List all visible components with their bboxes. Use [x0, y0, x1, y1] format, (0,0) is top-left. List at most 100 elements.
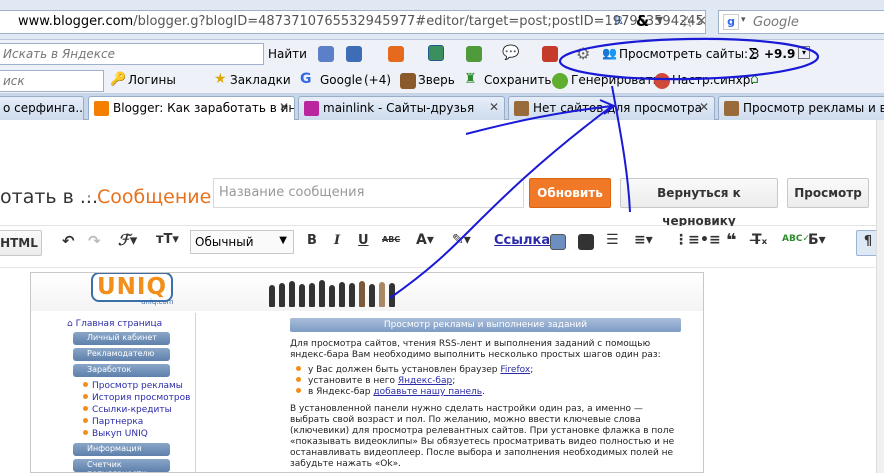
sync-settings-button[interactable]: Настр.синхр.: [672, 73, 754, 87]
bookmarks-menu[interactable]: Закладки: [230, 73, 291, 87]
image-icon[interactable]: [550, 234, 566, 250]
search-input[interactable]: иск: [0, 70, 104, 92]
menu-earn[interactable]: Заработок: [73, 364, 170, 377]
font-size-icon[interactable]: тT▾: [156, 232, 179, 247]
publish-button[interactable]: Обновить: [529, 178, 611, 208]
underline-button[interactable]: U: [358, 233, 369, 248]
text-color-icon[interactable]: A▾: [416, 232, 434, 248]
home-link[interactable]: ⌂ Главная страница: [67, 319, 195, 329]
firefox-link[interactable]: Firefox: [500, 365, 530, 375]
people-icon: 👥: [602, 46, 617, 60]
sync-icon: [654, 73, 670, 89]
beast-icon: [400, 73, 416, 89]
google-button[interactable]: Google: [320, 73, 362, 87]
generate-button[interactable]: Генерировать: [571, 73, 660, 87]
title-separator: ·: [86, 186, 93, 208]
generate-icon: [552, 73, 568, 89]
google-search-placeholder: Google: [753, 15, 799, 30]
beast-button[interactable]: Зверь: [418, 73, 455, 87]
list-item: в Яндекс-бар добавьте нашу панель.: [296, 387, 680, 398]
blog-title[interactable]: отать в ...: [0, 186, 98, 208]
logins-menu[interactable]: Логины: [128, 73, 176, 87]
blogger-icon: [94, 101, 109, 116]
earn-link-credits[interactable]: Ссылки-кредиты: [83, 404, 195, 416]
yandex-bar-link[interactable]: Яндекс-бар: [398, 376, 452, 386]
key-icon: 🔑: [110, 72, 127, 87]
font-family-icon[interactable]: ℱ▾: [118, 231, 137, 249]
yandex-toolbar: Искать в Яндексе Найти 💬 ⚙ 👥 Просмотреть…: [0, 40, 884, 68]
close-icon[interactable]: ✕: [699, 100, 709, 114]
format-select-value: Обычный: [195, 235, 254, 249]
close-icon[interactable]: ✕: [279, 100, 289, 114]
speech-bubble-icon[interactable]: 💬: [502, 45, 519, 61]
bold-button[interactable]: B: [307, 233, 317, 248]
bookmarks-toolbar: иск 🔑 Логины ★ Закладки G Google (+4) Зв…: [0, 68, 884, 94]
translate-icon[interactable]: [428, 45, 444, 61]
scrollbar[interactable]: [876, 120, 884, 473]
preview-button[interactable]: Просмотр: [787, 178, 869, 208]
dropdown-arrow-icon[interactable]: ▾: [656, 12, 663, 28]
home-icon[interactable]: ⌂: [750, 71, 759, 87]
yandex-search-input[interactable]: Искать в Яндексе: [0, 43, 264, 65]
hand-icon[interactable]: [388, 46, 404, 62]
mail-icon[interactable]: [346, 46, 362, 62]
earn-link-affiliate[interactable]: Партнерка: [83, 416, 195, 428]
quote-icon[interactable]: ❝: [726, 230, 737, 251]
highlight-icon[interactable]: ✎▾: [452, 232, 471, 248]
find-button[interactable]: Найти: [268, 47, 307, 61]
save-button[interactable]: Сохранить: [484, 73, 552, 87]
view-sites-label[interactable]: Просмотреть сайты: 3: [619, 47, 760, 61]
intro-paragraph: Для просмотра сайтов, чтения RSS-лент и …: [290, 339, 661, 360]
link-button[interactable]: Ссылка: [494, 233, 550, 248]
translate2-icon[interactable]: [466, 46, 482, 62]
tab-mainlink[interactable]: mainlink - Сайты-друзья ✕: [298, 96, 505, 120]
redo-icon[interactable]: ↷: [88, 232, 101, 250]
tab-blogger[interactable]: Blogger: Как заработать в ин... ✕: [88, 96, 295, 120]
clear-format-icon[interactable]: T̶ₓ: [752, 232, 767, 248]
menu-cabinet[interactable]: Личный кабинет: [73, 332, 170, 345]
gear-icon[interactable]: ⚙: [576, 44, 590, 63]
page-top-spacer: [0, 120, 884, 166]
earn-link-buyback[interactable]: Выкуп UNIQ: [83, 428, 195, 440]
earn-link-history[interactable]: История просмотров: [83, 392, 195, 404]
menu-counter[interactable]: Счетчик популярности: [73, 459, 170, 472]
step-text: у Вас должен быть установлен браузер: [308, 365, 501, 375]
close-icon[interactable]: ✕: [489, 100, 499, 114]
undo-icon[interactable]: ↶: [62, 232, 75, 250]
star-icon[interactable]: ☆: [680, 12, 694, 31]
step-text: ;: [452, 376, 456, 386]
bookmark-icon[interactable]: [318, 46, 334, 62]
video-icon[interactable]: [578, 234, 594, 250]
add-panel-link[interactable]: добавьте нашу панель: [373, 387, 482, 397]
tab-ads[interactable]: Просмотр рекламы и вып: [718, 96, 884, 120]
numbered-list-icon[interactable]: ⋮≡: [674, 232, 700, 248]
strikethrough-icon[interactable]: ABC: [382, 235, 400, 244]
steps-list: у Вас должен быть установлен браузер Fir…: [296, 365, 680, 398]
format-select[interactable]: Обычный ▼: [190, 230, 294, 254]
revert-draft-button[interactable]: Вернуться к черновику: [620, 178, 778, 228]
close-icon[interactable]: ✕: [696, 14, 707, 29]
jump-break-icon[interactable]: ☰: [606, 232, 619, 248]
menu-info[interactable]: Информация: [73, 443, 170, 456]
chevron-down-icon[interactable]: ▾: [741, 15, 746, 25]
feed-icon[interactable]: ℝ: [614, 14, 623, 27]
google-search-box[interactable]: g ▾ Google: [718, 10, 884, 34]
section-title: Сообщение: [97, 186, 212, 208]
align-icon[interactable]: ≡▾: [634, 232, 653, 248]
box-icon[interactable]: [542, 46, 558, 62]
spellcheck-icon[interactable]: ABC✓: [782, 234, 810, 244]
tab-no-sites[interactable]: Нет сайтов для просмотра ✕: [508, 96, 715, 120]
tab-surfing[interactable]: о серфинга...: [0, 96, 84, 120]
chevron-down-icon[interactable]: ▾: [798, 46, 810, 59]
post-title-input[interactable]: Название сообщения: [213, 178, 524, 208]
italic-button[interactable]: I: [334, 233, 340, 248]
ampersand-icon[interactable]: &: [636, 12, 649, 30]
url-input[interactable]: www.blogger.com/blogger.g?blogID=4873710…: [0, 10, 706, 34]
menu-advertiser[interactable]: Рекламодателю: [73, 348, 170, 361]
tab-label: Blogger: Как заработать в ин...: [113, 101, 295, 115]
earn-link-view-ads[interactable]: Просмотр рекламы: [83, 380, 195, 392]
bullet-list-icon[interactable]: •≡: [700, 232, 721, 248]
html-tab[interactable]: HTML: [0, 230, 42, 256]
input-tools-icon[interactable]: Б▾: [808, 232, 826, 248]
embedded-screenshot: UNIQ uniq.com ⌂ Главная страница Личный …: [30, 272, 704, 473]
